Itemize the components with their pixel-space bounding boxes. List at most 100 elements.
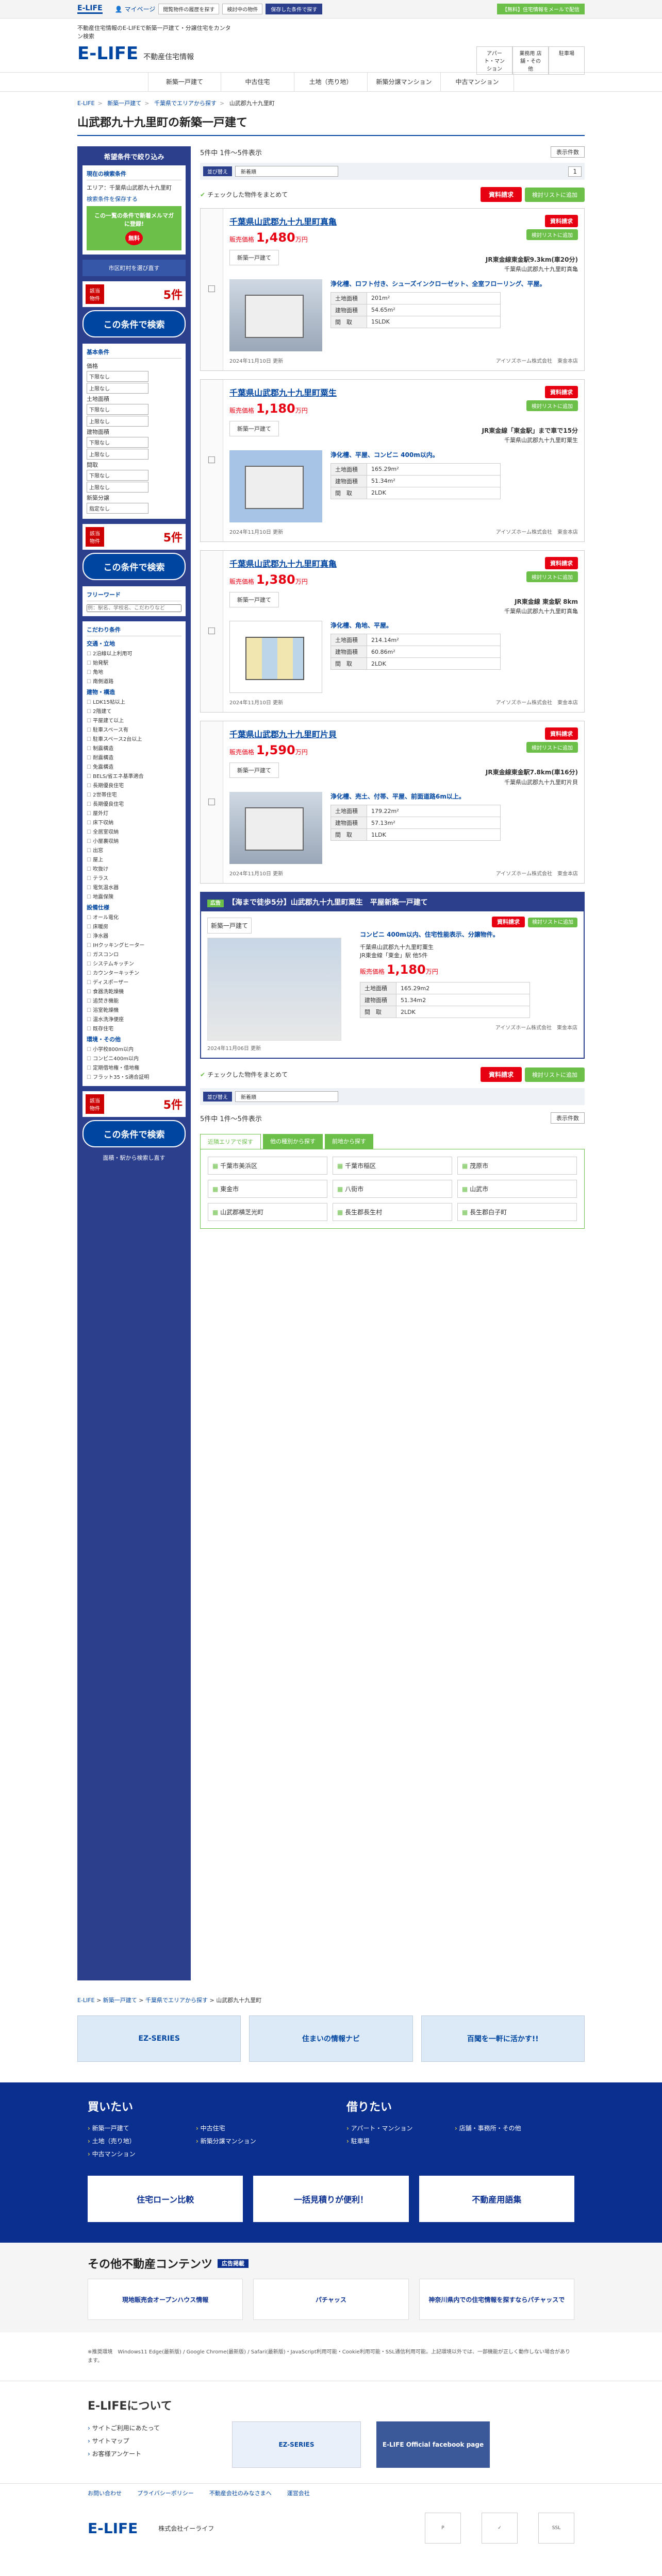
area-link[interactable]: 千葉市稲区 (333, 1157, 452, 1175)
plan-min-select[interactable]: 下限なし (87, 470, 148, 481)
listing-card[interactable]: ☐ 千葉県山武郡九十九里町粟生 販売価格 1,180万円 新築一戸建て 資料請求… (200, 379, 585, 542)
content-banner[interactable]: 現地販売会オープンハウス情報 (88, 2279, 243, 2320)
content-banner[interactable]: 神奈川県内での住宅情報を探すならパチャッスで (419, 2279, 574, 2320)
build-max-select[interactable]: 上限なし (87, 449, 148, 460)
area-link[interactable]: 八街市 (333, 1180, 452, 1198)
search-button-3[interactable]: この条件で検索 (82, 1120, 186, 1147)
checkbox[interactable]: テラス (87, 874, 181, 882)
page-number[interactable]: 1 (568, 166, 582, 177)
favorites-button[interactable]: 検討中の物件 (222, 4, 263, 14)
header-link-parking[interactable]: 駐車場 (549, 46, 585, 75)
bulk-request-button-bottom[interactable]: 資料請求 (480, 1067, 522, 1082)
footer-banner[interactable]: 一括見積りが便利！ (253, 2176, 409, 2222)
footer-link[interactable]: 駐車場 (346, 2134, 455, 2147)
age-select[interactable]: 指定なし (87, 503, 148, 514)
checkbox[interactable]: 追焚き機能 (87, 996, 181, 1004)
footer-banner[interactable]: 住宅ローン比較 (88, 2176, 243, 2222)
listing-checkbox[interactable]: ☐ (201, 209, 223, 370)
gnav-item[interactable]: 新築一戸建て (148, 73, 221, 91)
bottom-link[interactable]: お問い合わせ (88, 2489, 122, 2497)
footer-link[interactable]: 新築一戸建て (88, 2122, 196, 2134)
listing-photo[interactable] (229, 792, 322, 865)
footer-logo[interactable]: E-LIFE (88, 2520, 138, 2537)
per-page-bottom[interactable]: 表示件数 (551, 1112, 585, 1124)
checkbox[interactable]: 耐震構造 (87, 753, 181, 761)
featured-fav-button[interactable]: 検討リストに追加 (528, 918, 577, 928)
listing-card[interactable]: ☐ 千葉県山武郡九十九里町真亀 販売価格 1,480万円 新築一戸建て 資料請求… (200, 208, 585, 371)
request-button[interactable]: 資料請求 (545, 215, 578, 227)
listing-title[interactable]: 千葉県山武郡九十九里町真亀 (229, 215, 337, 227)
listing-checkbox[interactable]: ☐ (201, 379, 223, 541)
checkbox[interactable]: 平屋建て以上 (87, 716, 181, 724)
header-link-apartment[interactable]: アパート・マンション (476, 46, 512, 75)
area-link[interactable]: 長生郡長生村 (333, 1203, 452, 1222)
featured-request-button[interactable]: 資料請求 (492, 917, 525, 928)
checkbox[interactable]: 床下収納 (87, 818, 181, 826)
request-button[interactable]: 資料請求 (545, 556, 578, 569)
sort-select-bottom[interactable]: 新着順 (235, 1091, 338, 1103)
breadcrumb-item[interactable]: 千葉県でエリアから探す (154, 100, 217, 107)
checkbox[interactable]: 床暖房 (87, 922, 181, 930)
checkbox[interactable]: 屋外灯 (87, 809, 181, 817)
tab-station[interactable]: 前地から探す (325, 1134, 373, 1149)
checkbox[interactable]: 浴室乾燥機 (87, 1006, 181, 1013)
checkbox[interactable]: オール電化 (87, 913, 181, 921)
checkbox[interactable]: フラット35・S適合証明 (87, 1073, 181, 1080)
area-link[interactable]: 山武郡横芝光町 (208, 1203, 327, 1222)
area-link[interactable]: 茂原市 (457, 1157, 577, 1175)
checkbox[interactable]: BELS/省エネ基準適合 (87, 772, 181, 779)
fav-button[interactable]: 検討リストに追加 (526, 229, 578, 240)
ez-banner[interactable]: EZ-SERIES (232, 2421, 361, 2468)
checkbox[interactable]: 2階建て (87, 707, 181, 715)
bulk-request-button[interactable]: 資料請求 (480, 187, 522, 202)
small-logo[interactable]: E-LIFE (77, 4, 103, 14)
banner[interactable]: 住まいの情報ナビ (249, 2015, 413, 2062)
price-max-select[interactable]: 上限なし (87, 383, 148, 394)
gnav-item[interactable]: 中古マンション (441, 73, 514, 91)
checkbox[interactable]: 出窓 (87, 846, 181, 854)
land-min-select[interactable]: 下限なし (87, 404, 148, 415)
checkbox[interactable]: 吹抜け (87, 865, 181, 872)
listing-title[interactable]: 千葉県山武郡九十九里町真亀 (229, 557, 337, 569)
checkbox[interactable]: ガスコンロ (87, 950, 181, 958)
saved-search-button[interactable]: 保存した条件で探す (266, 4, 323, 14)
bottom-link[interactable]: 運営会社 (287, 2489, 310, 2497)
about-link[interactable]: サイトマップ (88, 2434, 217, 2447)
footer-link[interactable]: 新築分譲マンション (196, 2134, 304, 2147)
listing-title[interactable]: 千葉県山武郡九十九里町片貝 (229, 727, 337, 740)
gnav-item[interactable]: 新築分譲マンション (368, 73, 441, 91)
checkbox[interactable]: 2沿線以上利用可 (87, 649, 181, 657)
breadcrumb-item[interactable]: E-LIFE (77, 100, 95, 107)
plan-max-select[interactable]: 上限なし (87, 482, 148, 493)
per-page-select[interactable]: 表示件数 (551, 146, 585, 158)
checkbox[interactable]: ディスポーザー (87, 978, 181, 986)
checkbox[interactable]: 既存住宅 (87, 1024, 181, 1032)
listing-photo[interactable] (229, 621, 322, 693)
checkbox[interactable]: 電気温水器 (87, 883, 181, 891)
checkbox[interactable]: 2世帯住宅 (87, 790, 181, 798)
checkbox[interactable]: 全居室収納 (87, 827, 181, 835)
fav-button[interactable]: 検討リストに追加 (526, 571, 578, 582)
build-min-select[interactable]: 下限なし (87, 437, 148, 448)
checkbox[interactable]: 定期借地権・借地権 (87, 1063, 181, 1071)
request-button[interactable]: 資料請求 (545, 727, 578, 740)
fav-button[interactable]: 検討リストに追加 (526, 742, 578, 753)
area-link[interactable]: 長生郡白子町 (457, 1203, 577, 1222)
checkbox[interactable]: 温水洗浄便座 (87, 1015, 181, 1023)
checkbox[interactable]: システムキッチン (87, 959, 181, 967)
listing-photo[interactable] (229, 279, 322, 351)
checkbox[interactable]: 南側道路 (87, 677, 181, 685)
footer-link[interactable]: 中古マンション (88, 2147, 196, 2160)
banner[interactable]: EZ-SERIES (77, 2015, 241, 2062)
search-button-2[interactable]: この条件で検索 (82, 553, 186, 580)
about-link[interactable]: お客様アンケート (88, 2447, 217, 2460)
checkbox[interactable]: 免震構造 (87, 762, 181, 770)
bottom-link[interactable]: 不動産会社のみなさまへ (209, 2489, 272, 2497)
content-banner[interactable]: パチャッス (253, 2279, 409, 2320)
checkbox[interactable]: 小屋裏収納 (87, 837, 181, 844)
checkbox[interactable]: 始発駅 (87, 658, 181, 666)
about-link[interactable]: サイトご利用にあたって (88, 2421, 217, 2434)
checkbox[interactable]: 屋上 (87, 855, 181, 863)
footer-link[interactable]: アパート・マンション (346, 2122, 455, 2134)
checkbox[interactable]: 地震保険 (87, 892, 181, 900)
